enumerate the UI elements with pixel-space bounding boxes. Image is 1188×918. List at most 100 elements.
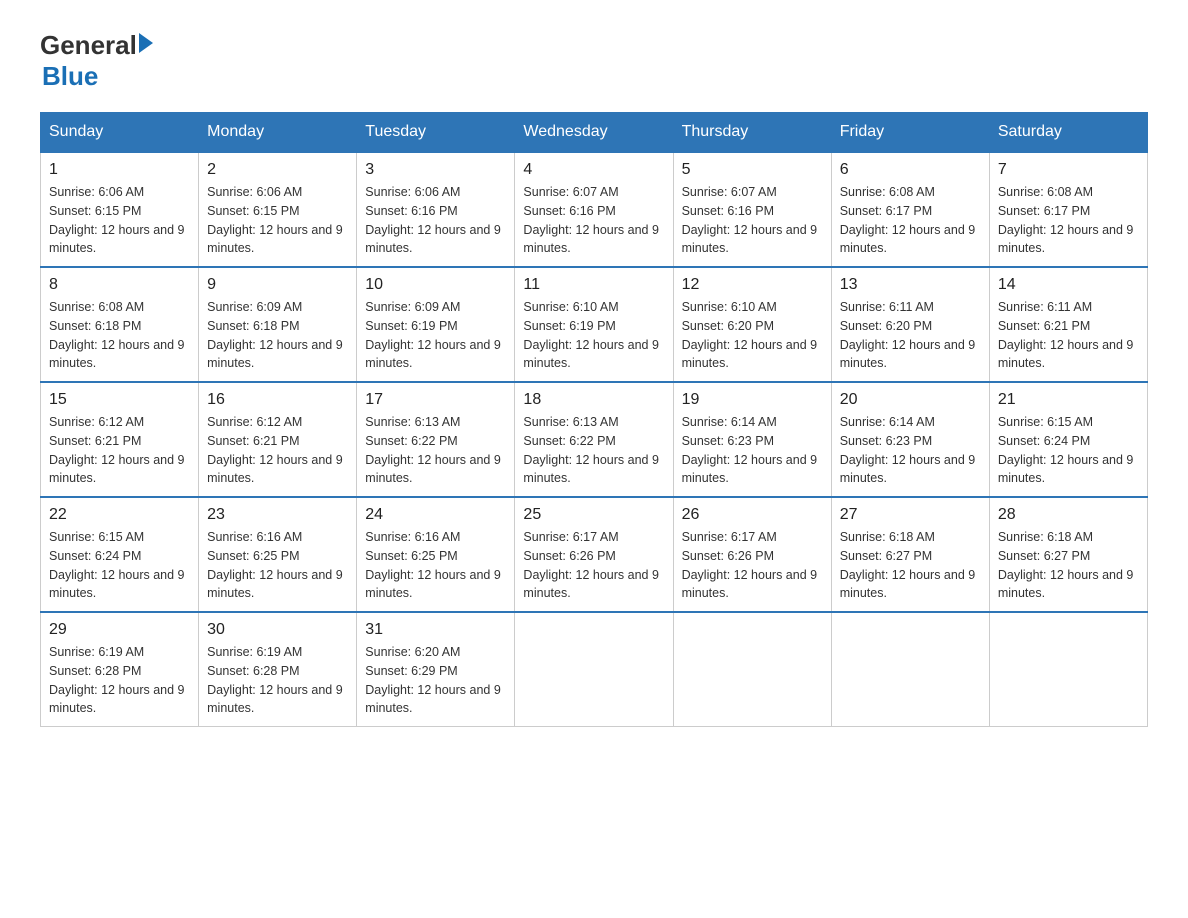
day-number: 4 (523, 161, 664, 179)
calendar-cell: 17 Sunrise: 6:13 AMSunset: 6:22 PMDayligh… (357, 382, 515, 497)
day-info: Sunrise: 6:20 AMSunset: 6:29 PMDaylight:… (365, 643, 506, 718)
calendar-cell: 12Sunrise: 6:10 AMSunset: 6:20 PMDayligh… (673, 267, 831, 382)
day-info: Sunrise: 6:06 AMSunset: 6:15 PMDaylight:… (49, 183, 190, 258)
day-number: 10 (365, 276, 506, 294)
day-info: Sunrise: 6:11 AMSunset: 6:20 PMDaylight:… (840, 298, 981, 373)
day-info: Sunrise: 6:19 AMSunset: 6:28 PMDaylight:… (207, 643, 348, 718)
calendar-cell: 22 Sunrise: 6:15 AMSunset: 6:24 PMDayligh… (41, 497, 199, 612)
day-header-wednesday: Wednesday (515, 113, 673, 153)
day-number: 18 (523, 391, 664, 409)
calendar-cell: 8Sunrise: 6:08 AMSunset: 6:18 PMDaylight… (41, 267, 199, 382)
day-number: 28 (998, 506, 1139, 524)
day-info: Sunrise: 6:13 AMSunset: 6:22 PMDaylight:… (365, 413, 506, 488)
calendar-cell: 26 Sunrise: 6:17 AMSunset: 6:26 PMDayligh… (673, 497, 831, 612)
calendar-cell (831, 612, 989, 727)
calendar-header-row: SundayMondayTuesdayWednesdayThursdayFrid… (41, 113, 1148, 153)
day-info: Sunrise: 6:10 AMSunset: 6:19 PMDaylight:… (523, 298, 664, 373)
day-number: 15 (49, 391, 190, 409)
calendar-cell: 29 Sunrise: 6:19 AMSunset: 6:28 PMDayligh… (41, 612, 199, 727)
week-row-3: 15 Sunrise: 6:12 AMSunset: 6:21 PMDayligh… (41, 382, 1148, 497)
day-number: 17 (365, 391, 506, 409)
day-number: 25 (523, 506, 664, 524)
calendar-cell: 23 Sunrise: 6:16 AMSunset: 6:25 PMDayligh… (199, 497, 357, 612)
day-number: 13 (840, 276, 981, 294)
day-info: Sunrise: 6:08 AMSunset: 6:17 PMDaylight:… (840, 183, 981, 258)
calendar-cell: 10Sunrise: 6:09 AMSunset: 6:19 PMDayligh… (357, 267, 515, 382)
calendar-cell: 11 Sunrise: 6:10 AMSunset: 6:19 PMDayligh… (515, 267, 673, 382)
day-number: 27 (840, 506, 981, 524)
day-number: 23 (207, 506, 348, 524)
day-number: 16 (207, 391, 348, 409)
day-info: Sunrise: 6:13 AMSunset: 6:22 PMDaylight:… (523, 413, 664, 488)
day-number: 1 (49, 161, 190, 179)
calendar-cell: 13 Sunrise: 6:11 AMSunset: 6:20 PMDayligh… (831, 267, 989, 382)
day-info: Sunrise: 6:11 AMSunset: 6:21 PMDaylight:… (998, 298, 1139, 373)
day-number: 5 (682, 161, 823, 179)
day-info: Sunrise: 6:12 AMSunset: 6:21 PMDaylight:… (49, 413, 190, 488)
calendar-cell: 16 Sunrise: 6:12 AMSunset: 6:21 PMDayligh… (199, 382, 357, 497)
calendar-cell: 3Sunrise: 6:06 AMSunset: 6:16 PMDaylight… (357, 152, 515, 267)
day-info: Sunrise: 6:08 AMSunset: 6:18 PMDaylight:… (49, 298, 190, 373)
day-number: 31 (365, 621, 506, 639)
day-header-tuesday: Tuesday (357, 113, 515, 153)
day-number: 6 (840, 161, 981, 179)
calendar-cell: 30 Sunrise: 6:19 AMSunset: 6:28 PMDayligh… (199, 612, 357, 727)
calendar-cell: 4 Sunrise: 6:07 AMSunset: 6:16 PMDaylight… (515, 152, 673, 267)
day-number: 19 (682, 391, 823, 409)
day-number: 26 (682, 506, 823, 524)
calendar-cell: 28Sunrise: 6:18 AMSunset: 6:27 PMDayligh… (989, 497, 1147, 612)
calendar-cell: 21Sunrise: 6:15 AMSunset: 6:24 PMDayligh… (989, 382, 1147, 497)
day-info: Sunrise: 6:08 AMSunset: 6:17 PMDaylight:… (998, 183, 1139, 258)
calendar-cell (515, 612, 673, 727)
day-info: Sunrise: 6:07 AMSunset: 6:16 PMDaylight:… (523, 183, 664, 258)
day-number: 7 (998, 161, 1139, 179)
week-row-2: 8Sunrise: 6:08 AMSunset: 6:18 PMDaylight… (41, 267, 1148, 382)
day-number: 29 (49, 621, 190, 639)
day-info: Sunrise: 6:16 AMSunset: 6:25 PMDaylight:… (365, 528, 506, 603)
day-number: 30 (207, 621, 348, 639)
day-info: Sunrise: 6:19 AMSunset: 6:28 PMDaylight:… (49, 643, 190, 718)
logo-blue: Blue (42, 61, 98, 92)
page-header: General Blue (40, 30, 1148, 92)
day-info: Sunrise: 6:16 AMSunset: 6:25 PMDaylight:… (207, 528, 348, 603)
day-header-friday: Friday (831, 113, 989, 153)
day-info: Sunrise: 6:12 AMSunset: 6:21 PMDaylight:… (207, 413, 348, 488)
logo-general: General (40, 30, 137, 61)
day-header-sunday: Sunday (41, 113, 199, 153)
day-header-saturday: Saturday (989, 113, 1147, 153)
calendar-cell: 25Sunrise: 6:17 AMSunset: 6:26 PMDayligh… (515, 497, 673, 612)
day-info: Sunrise: 6:07 AMSunset: 6:16 PMDaylight:… (682, 183, 823, 258)
day-number: 9 (207, 276, 348, 294)
calendar-cell: 20Sunrise: 6:14 AMSunset: 6:23 PMDayligh… (831, 382, 989, 497)
day-number: 3 (365, 161, 506, 179)
day-info: Sunrise: 6:06 AMSunset: 6:15 PMDaylight:… (207, 183, 348, 258)
logo-arrow-icon (139, 33, 153, 53)
calendar-cell: 27 Sunrise: 6:18 AMSunset: 6:27 PMDayligh… (831, 497, 989, 612)
calendar-cell: 24 Sunrise: 6:16 AMSunset: 6:25 PMDayligh… (357, 497, 515, 612)
day-number: 12 (682, 276, 823, 294)
logo: General Blue (40, 30, 153, 92)
day-info: Sunrise: 6:18 AMSunset: 6:27 PMDaylight:… (840, 528, 981, 603)
calendar-cell (673, 612, 831, 727)
calendar-cell: 9 Sunrise: 6:09 AMSunset: 6:18 PMDaylight… (199, 267, 357, 382)
day-header-thursday: Thursday (673, 113, 831, 153)
calendar-cell: 7 Sunrise: 6:08 AMSunset: 6:17 PMDaylight… (989, 152, 1147, 267)
day-info: Sunrise: 6:09 AMSunset: 6:18 PMDaylight:… (207, 298, 348, 373)
day-info: Sunrise: 6:15 AMSunset: 6:24 PMDaylight:… (998, 413, 1139, 488)
calendar-cell: 18 Sunrise: 6:13 AMSunset: 6:22 PMDayligh… (515, 382, 673, 497)
day-number: 2 (207, 161, 348, 179)
calendar-cell: 5 Sunrise: 6:07 AMSunset: 6:16 PMDaylight… (673, 152, 831, 267)
calendar-cell: 14 Sunrise: 6:11 AMSunset: 6:21 PMDayligh… (989, 267, 1147, 382)
calendar-cell: 6 Sunrise: 6:08 AMSunset: 6:17 PMDaylight… (831, 152, 989, 267)
day-number: 20 (840, 391, 981, 409)
day-header-monday: Monday (199, 113, 357, 153)
calendar-cell (989, 612, 1147, 727)
day-number: 24 (365, 506, 506, 524)
day-info: Sunrise: 6:17 AMSunset: 6:26 PMDaylight:… (682, 528, 823, 603)
calendar-cell: 1 Sunrise: 6:06 AMSunset: 6:15 PMDaylight… (41, 152, 199, 267)
calendar-table: SundayMondayTuesdayWednesdayThursdayFrid… (40, 112, 1148, 727)
day-number: 22 (49, 506, 190, 524)
day-number: 11 (523, 276, 664, 294)
day-info: Sunrise: 6:15 AMSunset: 6:24 PMDaylight:… (49, 528, 190, 603)
day-number: 14 (998, 276, 1139, 294)
